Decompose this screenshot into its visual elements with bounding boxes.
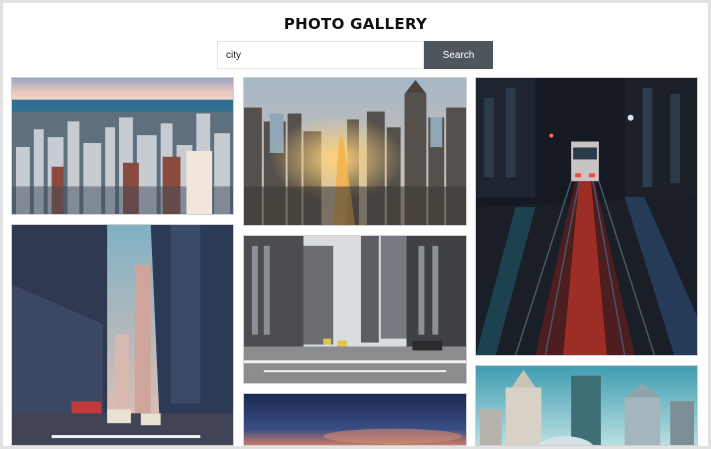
street-canyon-image — [12, 225, 233, 445]
twilight-sky-image — [244, 394, 466, 445]
search-input[interactable] — [217, 41, 424, 69]
photo-sunset-skyscrapers[interactable] — [243, 77, 467, 226]
sunset-skyscrapers-image — [244, 78, 466, 225]
page-title: PHOTO GALLERY — [283, 15, 428, 33]
gallery-page: PHOTO GALLERY Search — [3, 3, 708, 446]
photo-twilight-sky[interactable] — [243, 393, 467, 446]
aerial-city-image — [12, 78, 233, 214]
night-tram-image — [476, 78, 697, 355]
glass-towers-image — [476, 366, 697, 445]
photo-street-canyon[interactable] — [11, 224, 234, 446]
photo-aerial-city[interactable] — [11, 77, 234, 215]
photo-night-tram[interactable] — [475, 77, 698, 356]
city-avenue-image — [244, 236, 466, 383]
photo-glass-towers[interactable] — [475, 365, 698, 446]
photo-city-avenue[interactable] — [243, 235, 467, 384]
search-button[interactable]: Search — [424, 41, 493, 69]
